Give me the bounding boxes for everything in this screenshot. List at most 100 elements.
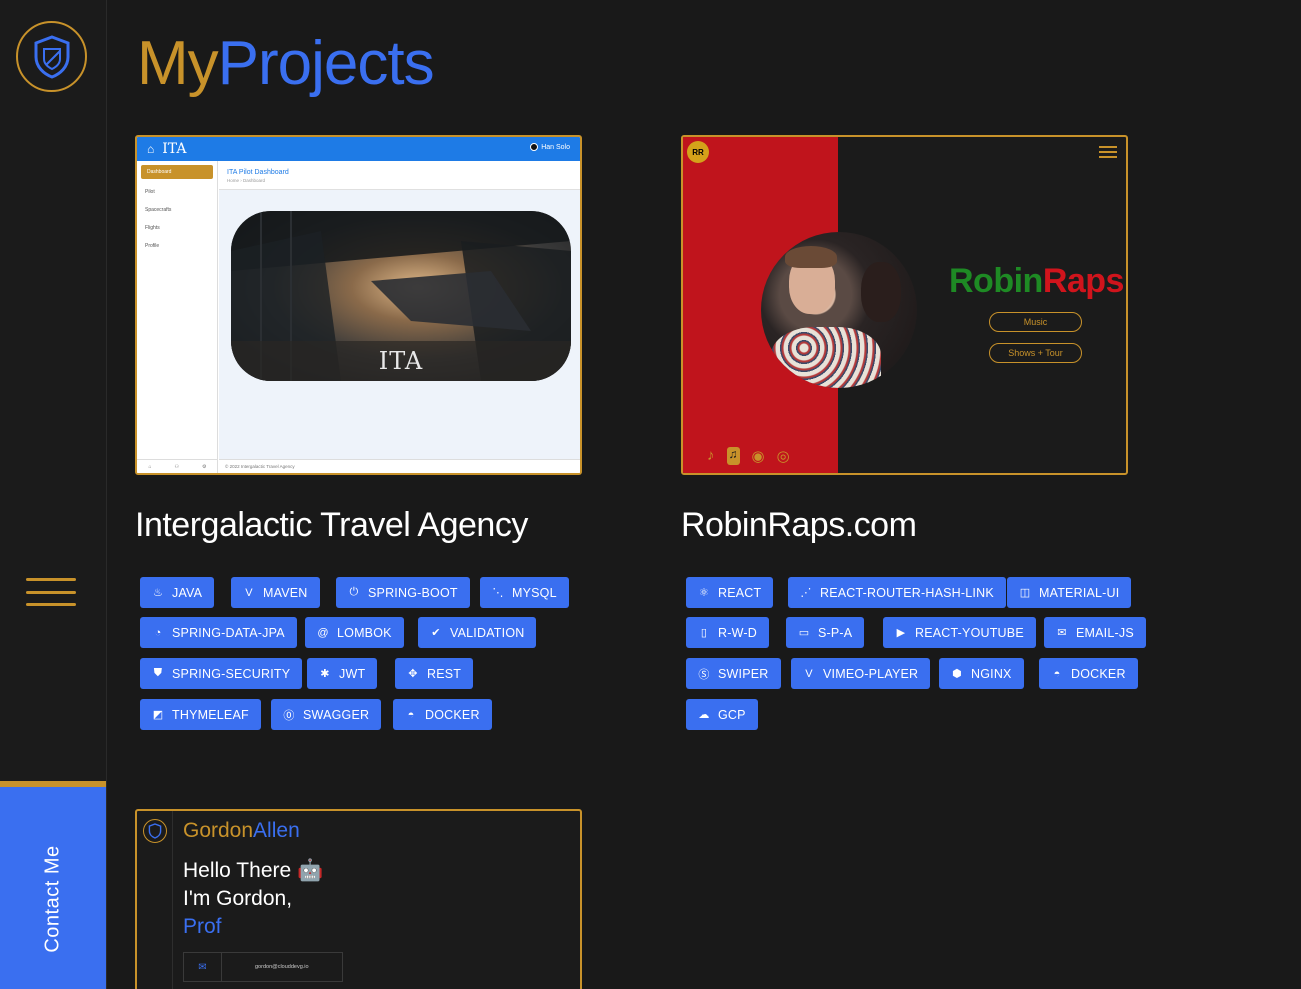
tag-spring-data-jpa[interactable]: ◔ SPRING-DATA-JPA: [140, 617, 297, 648]
tag-lombok[interactable]: @ LOMBOK: [305, 617, 404, 648]
tag-label: MAVEN: [263, 585, 308, 600]
tag-jwt[interactable]: ✱ JWT: [307, 658, 378, 689]
rr-brand-part2: Raps: [1042, 262, 1125, 300]
tag-vimeo-player[interactable]: V VIMEO-PLAYER: [791, 658, 931, 689]
swagger-icon: ⓪: [283, 709, 295, 722]
gp-hello-line1: Hello There 🤖: [183, 859, 324, 882]
project-preview-ita[interactable]: ⌂ ITA Han Solo Dashboard Pilot Spacecraf…: [135, 135, 582, 475]
ita-user: Han Solo: [530, 143, 570, 151]
tag-label: LOMBOK: [337, 625, 392, 640]
ita-topbar: ⌂ ITA Han Solo: [137, 137, 580, 161]
tag-label: SWIPER: [718, 666, 769, 681]
ita-nav-spacecrafts: Spacecrafts: [145, 207, 172, 213]
ita-dashboard-title: ITA Pilot Dashboard: [227, 169, 289, 176]
spring-data-icon: ◔: [154, 626, 162, 639]
youtube-icon: ▶: [896, 627, 906, 639]
tag-label: JAVA: [172, 585, 203, 600]
shield-icon: [143, 819, 167, 843]
tag-docker[interactable]: ◓ DOCKER: [1039, 658, 1138, 689]
gear-icon: ✱: [320, 668, 330, 680]
check-icon: ✔: [431, 627, 441, 639]
tag-label: MATERIAL-UI: [1039, 585, 1120, 600]
ita-brand: ITA: [162, 141, 187, 157]
tag-java[interactable]: ♨ JAVA: [140, 577, 215, 608]
ita-nav-dashboard: Dashboard: [141, 165, 213, 179]
tag-label: SPRING-SECURITY: [172, 666, 291, 681]
hamburger-icon[interactable]: [26, 578, 76, 606]
tag-label: R-W-D: [718, 625, 757, 640]
home-icon: ⌂: [148, 463, 152, 470]
rr-social-links: ♪ ♫ ◉ ◎: [707, 447, 790, 465]
ita-footer: © 2022 Intergalactic Travel Agency: [219, 459, 580, 473]
logo[interactable]: [16, 21, 87, 92]
tag-react-router-hash-link[interactable]: ⋰ REACT-ROUTER-HASH-LINK: [788, 577, 1006, 608]
tag-s-p-a[interactable]: ▭ S-P-A: [786, 617, 865, 648]
tag-label: REACT-YOUTUBE: [915, 625, 1024, 640]
spring-boot-icon: ⏻: [349, 586, 359, 598]
gp-greeting: Hello There 🤖 I'm Gordon, Prof: [183, 857, 323, 941]
contact-me-button[interactable]: Contact Me: [0, 781, 106, 989]
rr-music-button: Music: [989, 312, 1082, 332]
tag-gcp[interactable]: ☁ GCP: [686, 699, 758, 730]
tag-maven[interactable]: V MAVEN: [231, 577, 320, 608]
react-icon: ⚛: [698, 587, 710, 599]
gp-name: GordonAllen: [183, 819, 300, 843]
tag-material-ui[interactable]: ◫ MATERIAL-UI: [1007, 577, 1132, 608]
spotify-icon: ◉: [751, 448, 765, 465]
gp-email-box: ✉ gordon@clouddevg.io: [183, 952, 343, 982]
tag-label: DOCKER: [1071, 666, 1126, 681]
java-icon: ♨: [152, 587, 164, 599]
ita-hero-label: ITA: [378, 347, 424, 375]
mail-icon: ✉: [184, 953, 222, 981]
page-title: MyProjects: [137, 28, 435, 99]
ita-nav-profile: Profile: [145, 243, 160, 249]
project-title-robinraps[interactable]: RobinRaps.com: [681, 506, 917, 545]
rr-shows-button: Shows + Tour: [989, 343, 1082, 363]
docker-icon: ◓: [1053, 667, 1061, 680]
gp-email: gordon@clouddevg.io: [255, 964, 309, 970]
ita-main: ITA Pilot Dashboard Home › Dashboard ITA: [219, 161, 580, 473]
tag-swiper[interactable]: Ⓢ SWIPER: [686, 658, 781, 689]
tag-spring-security[interactable]: ⛊ SPRING-SECURITY: [140, 658, 303, 689]
tag-label: REACT-ROUTER-HASH-LINK: [820, 585, 994, 600]
ita-nav-pilot: Pilot: [145, 189, 155, 195]
gp-name-last: Allen: [253, 819, 300, 842]
tag-rest[interactable]: ✥ REST: [395, 658, 474, 689]
rocket-icon: ⌂: [147, 142, 155, 156]
cloud-icon: ☁: [698, 709, 710, 721]
bookmark-icon: ▭: [798, 627, 810, 639]
tag-label: GCP: [718, 707, 746, 722]
maven-icon: V: [245, 586, 253, 599]
ita-sidebar: Dashboard Pilot Spacecrafts Flights Prof…: [137, 161, 218, 473]
rr-brand-part1: Robin: [949, 262, 1043, 300]
arrows-icon: ✥: [408, 668, 418, 680]
ita-hero-image: ITA: [231, 211, 571, 381]
tag-nginx[interactable]: ⬢ NGINX: [939, 658, 1024, 689]
project-preview-robinraps[interactable]: RR RobinRaps Music Shows + Tour ♪ ♫ ◉ ◎: [681, 135, 1128, 475]
tag-swagger[interactable]: ⓪ SWAGGER: [271, 699, 382, 730]
tag-label: VIMEO-PLAYER: [823, 666, 919, 681]
ita-nav-flights: Flights: [145, 225, 160, 231]
contact-me-label: Contact Me: [41, 845, 64, 953]
tag-thymeleaf[interactable]: ◩ THYMELEAF: [140, 699, 261, 730]
material-icon: ◫: [1019, 587, 1031, 599]
project-title-ita[interactable]: Intergalactic Travel Agency: [135, 506, 528, 545]
tag-validation[interactable]: ✔ VALIDATION: [418, 617, 537, 648]
tag-label: S-P-A: [818, 625, 853, 640]
project-preview-portfolio[interactable]: GordonAllen Hello There 🤖 I'm Gordon, Pr…: [135, 809, 582, 989]
tag-r-w-d[interactable]: ▯ R-W-D: [686, 617, 769, 648]
hamburger-icon: [1099, 146, 1117, 158]
tag-spring-boot[interactable]: ⏻ SPRING-BOOT: [336, 577, 470, 608]
gp-hello-line3: Prof: [183, 915, 222, 938]
tag-react[interactable]: ⚛ REACT: [686, 577, 774, 608]
tag-email-js[interactable]: ✉ EMAIL-JS: [1044, 617, 1146, 648]
tag-docker[interactable]: ◓ DOCKER: [393, 699, 492, 730]
title-part-projects: Projects: [217, 29, 435, 98]
title-part-my: My: [137, 29, 219, 98]
tag-mysql[interactable]: ⋱ MYSQL: [480, 577, 569, 608]
tag-react-youtube[interactable]: ▶ REACT-YOUTUBE: [883, 617, 1036, 648]
tag-label: MYSQL: [512, 585, 557, 600]
shield-icon: [34, 34, 69, 79]
mail-icon: ✉: [1057, 627, 1067, 639]
vimeo-icon: V: [805, 667, 813, 680]
